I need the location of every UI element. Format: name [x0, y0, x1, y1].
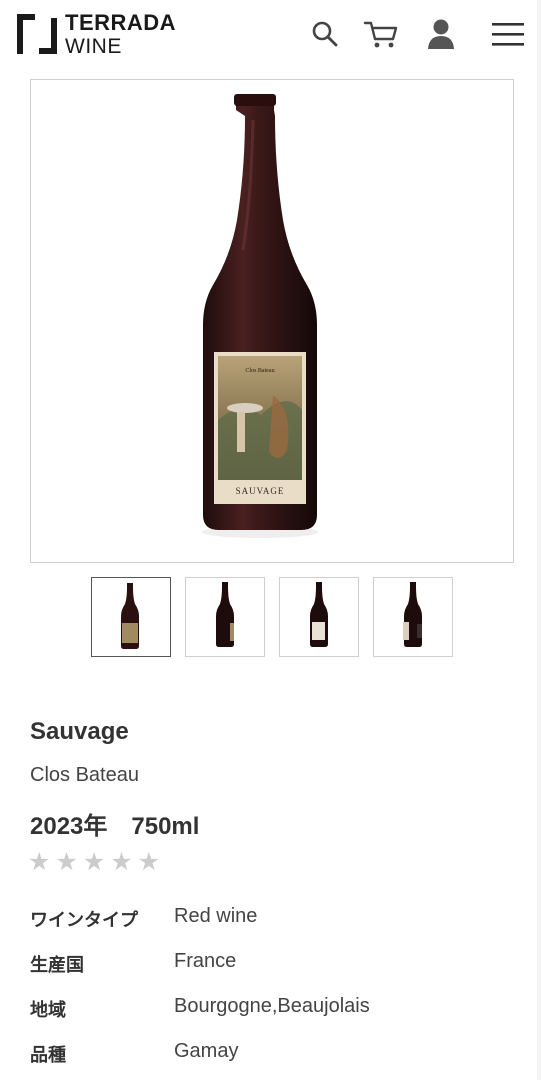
thumbnail-bottle-angle-image [403, 582, 422, 647]
logo-text-terrada: TERRADA [65, 10, 177, 35]
star-rating: ★★★★★ [28, 848, 166, 876]
spec-row-wine-type: ワインタイプ Red wine [30, 905, 530, 936]
hamburger-menu-icon [492, 23, 524, 46]
spec-row-grape: 品種 Gamay [30, 1040, 530, 1071]
spec-label: 生産国 [30, 955, 84, 975]
spec-label: 品種 [30, 1045, 66, 1065]
cart-icon [363, 21, 398, 48]
user-icon [428, 19, 454, 49]
wine-bottle-image: Clos Bateau SAUVAGE [202, 94, 318, 538]
search-button[interactable] [307, 16, 343, 52]
spec-value: Red wine [174, 905, 258, 927]
main-label-producer: Clos Bateau [245, 368, 274, 374]
terrada-wine-logo[interactable]: TERRADA WINE [15, 10, 190, 58]
logo-text-wine: WINE [65, 35, 122, 58]
search-icon [312, 21, 338, 47]
thumbnail-2[interactable] [185, 577, 265, 657]
scrollbar[interactable] [537, 0, 541, 1080]
spec-label: ワインタイプ [30, 910, 138, 930]
spec-row-country: 生産国 France [30, 950, 530, 981]
thumbnail-strip [91, 577, 453, 657]
logo-mark-icon [17, 14, 57, 54]
thumbnail-4[interactable] [373, 577, 453, 657]
menu-button[interactable] [490, 16, 526, 52]
spec-value: France [174, 950, 237, 972]
vintage-and-volume: 2023年 750ml [30, 813, 200, 840]
product-name: Sauvage [30, 718, 129, 745]
thumbnail-bottle-back-image [310, 582, 328, 647]
spec-value: Bourgogne,Beaujolais [174, 995, 370, 1017]
main-label-name: SAUVAGE [236, 486, 285, 496]
spec-label: 地域 [30, 1000, 66, 1020]
thumbnail-1[interactable] [91, 577, 171, 657]
thumbnail-3[interactable] [279, 577, 359, 657]
cart-button[interactable] [363, 16, 399, 52]
thumbnail-bottle-front-image [121, 583, 139, 649]
spec-value: Gamay [174, 1040, 239, 1062]
producer-name[interactable]: Clos Bateau [30, 764, 139, 787]
spec-row-region: 地域 Bourgogne,Beaujolais [30, 995, 530, 1026]
site-header: TERRADA WINE [0, 0, 543, 70]
account-button[interactable] [423, 16, 459, 52]
main-product-image[interactable]: Clos Bateau SAUVAGE [30, 79, 514, 563]
thumbnail-bottle-side-image [216, 582, 234, 647]
